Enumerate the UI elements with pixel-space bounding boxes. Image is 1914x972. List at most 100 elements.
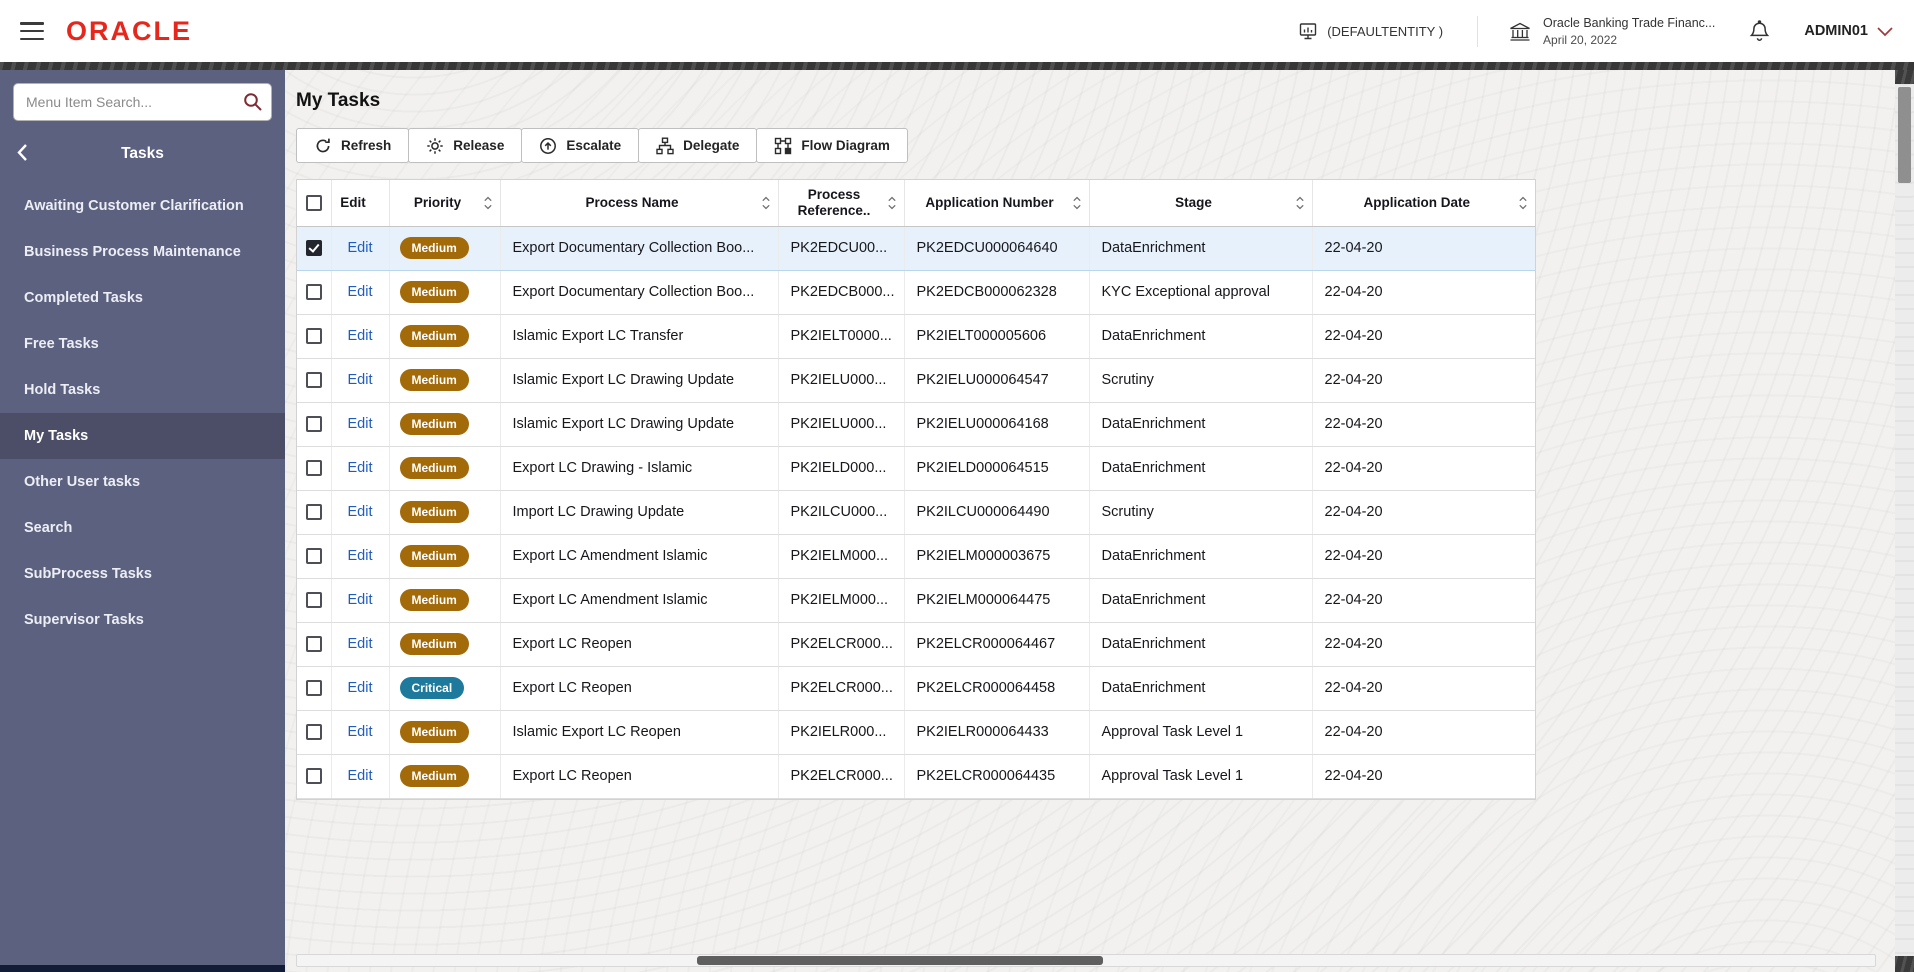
sidebar-item-hold-tasks[interactable]: Hold Tasks [0,367,285,413]
stage-cell: DataEnrichment [1089,578,1313,623]
escalate-button[interactable]: Escalate [521,128,640,163]
sidebar-item-my-tasks[interactable]: My Tasks [0,413,285,459]
edit-link[interactable]: Edit [348,724,373,740]
sort-icon[interactable] [887,195,897,210]
column-header-process-reference[interactable]: Process Reference.. [778,180,905,227]
edit-link[interactable]: Edit [348,504,373,520]
vertical-scrollbar[interactable] [1895,70,1914,972]
sort-icon[interactable] [1295,195,1305,210]
table-row: Edit Medium Islamic Export LC Drawing Up… [297,358,1535,403]
row-checkbox[interactable] [305,372,322,389]
column-header-application-date[interactable]: Application Date [1312,180,1535,227]
priority-badge: Medium [399,633,469,655]
sidebar-item-awaiting-customer-clarification[interactable]: Awaiting Customer Clarification [0,183,285,229]
column-label: Application Number [925,194,1054,210]
menu-search-input[interactable] [13,83,272,121]
release-button[interactable]: Release [408,128,523,163]
process-name-cell: Export LC Amendment Islamic [500,534,779,579]
sort-icon[interactable] [1518,195,1528,210]
column-header-process-name[interactable]: Process Name [500,180,779,227]
row-checkbox[interactable] [305,416,322,433]
application-number-cell: PK2IELD000064515 [904,446,1090,491]
sort-icon[interactable] [761,195,771,210]
column-header-application-number[interactable]: Application Number [904,180,1090,227]
hamburger-menu-button[interactable] [20,22,44,40]
edit-link[interactable]: Edit [348,768,373,784]
delegate-icon [656,137,674,155]
row-checkbox[interactable] [305,636,322,653]
row-checkbox[interactable] [305,284,322,301]
sidebar-menu: Awaiting Customer Clarification Business… [0,183,285,643]
sidebar-item-label: Supervisor Tasks [24,612,144,628]
sidebar-item-free-tasks[interactable]: Free Tasks [0,321,285,367]
column-label: Priority [413,194,462,210]
process-reference-cell: PK2ELCR000... [778,622,905,667]
vertical-scrollbar-thumb[interactable] [1898,87,1911,183]
process-reference-cell: PK2ILCU000... [778,490,905,535]
row-checkbox[interactable] [305,592,322,609]
delegate-button[interactable]: Delegate [638,128,758,163]
sort-icon[interactable] [483,195,493,210]
stage-cell: KYC Exceptional approval [1089,270,1313,315]
page-title: My Tasks [296,90,381,111]
application-number-cell: PK2IELT000005606 [904,314,1090,359]
sidebar-item-label: SubProcess Tasks [24,566,152,582]
priority-badge: Medium [399,281,469,303]
sidebar-item-subprocess-tasks[interactable]: SubProcess Tasks [0,551,285,597]
process-reference-cell: PK2IELD000... [778,446,905,491]
horizontal-scrollbar-thumb[interactable] [697,956,1103,965]
sidebar-item-business-process-maintenance[interactable]: Business Process Maintenance [0,229,285,275]
edit-link[interactable]: Edit [348,460,373,476]
row-checkbox[interactable] [305,768,322,785]
edit-link[interactable]: Edit [348,416,373,432]
table-row: Edit Medium Import LC Drawing Update PK2… [297,490,1535,535]
edit-link[interactable]: Edit [348,548,373,564]
row-checkbox[interactable] [305,724,322,741]
row-checkbox[interactable] [305,460,322,477]
sidebar-item-other-user-tasks[interactable]: Other User tasks [0,459,285,505]
edit-link[interactable]: Edit [348,636,373,652]
row-checkbox[interactable] [305,680,322,697]
row-checkbox[interactable] [305,504,322,521]
stage-cell: DataEnrichment [1089,534,1313,579]
process-reference-cell: PK2ELCR000... [778,754,905,799]
row-checkbox[interactable] [305,328,322,345]
bell-icon [1749,20,1770,42]
delegate-label: Delegate [683,138,740,153]
application-number-cell: PK2EDCU000064640 [904,226,1090,271]
sort-icon[interactable] [1072,195,1082,210]
application-number-cell: PK2ELCR000064435 [904,754,1090,799]
sidebar-item-supervisor-tasks[interactable]: Supervisor Tasks [0,597,285,643]
horizontal-scrollbar[interactable] [296,954,1876,967]
stage-cell: DataEnrichment [1089,446,1313,491]
tasks-table-body: Edit Medium Export Documentary Collectio… [297,226,1535,799]
process-reference-cell: PK2IELM000... [778,534,905,579]
sidebar-item-completed-tasks[interactable]: Completed Tasks [0,275,285,321]
edit-link[interactable]: Edit [348,240,373,256]
application-number-cell: PK2IELU000064547 [904,358,1090,403]
edit-link[interactable]: Edit [348,328,373,344]
entity-selector[interactable]: (DEFAULTENTITY ) [1298,21,1443,41]
sidebar-back-button[interactable] [16,143,28,162]
edit-link[interactable]: Edit [348,284,373,300]
row-checkbox[interactable] [305,240,322,257]
process-name-cell: Export LC Reopen [500,622,779,667]
column-header-priority[interactable]: Priority [389,180,501,227]
search-icon[interactable] [242,91,263,112]
sidebar-item-label: Completed Tasks [24,290,143,306]
edit-link[interactable]: Edit [348,372,373,388]
row-checkbox[interactable] [305,548,322,565]
escalate-icon [539,137,557,155]
sidebar-item-label: Free Tasks [24,336,99,352]
user-menu[interactable]: ADMIN01 [1804,23,1894,39]
sidebar-item-search[interactable]: Search [0,505,285,551]
select-all-checkbox[interactable] [305,194,322,211]
edit-link[interactable]: Edit [348,592,373,608]
edit-link[interactable]: Edit [348,680,373,696]
notifications-button[interactable] [1749,20,1770,42]
chevron-down-icon [1876,26,1894,37]
table-row: Edit Medium Export LC Amendment Islamic … [297,578,1535,623]
flow-diagram-button[interactable]: Flow Diagram [756,128,908,163]
column-header-stage[interactable]: Stage [1089,180,1313,227]
refresh-button[interactable]: Refresh [296,128,410,163]
